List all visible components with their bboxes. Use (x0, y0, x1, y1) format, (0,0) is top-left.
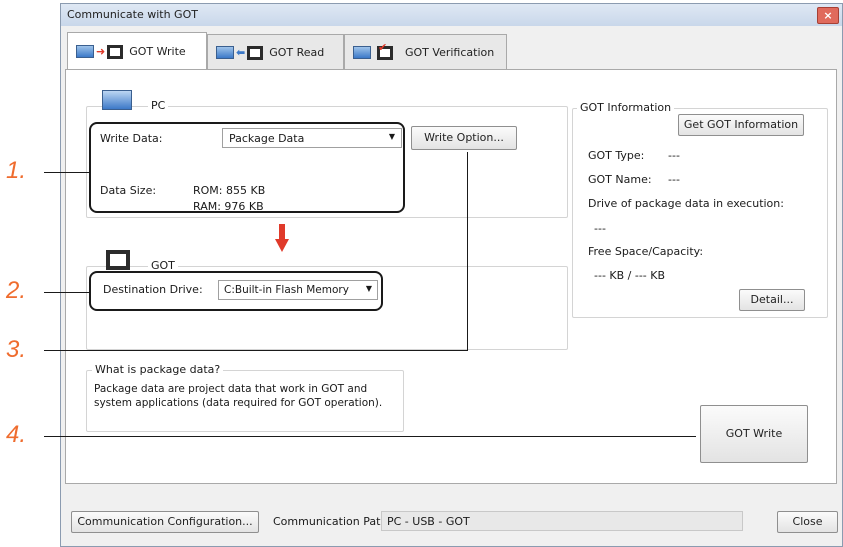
write-option-button[interactable]: Write Option... (411, 126, 517, 150)
callout-4: 4. (6, 421, 27, 448)
communication-path-value: PC - USB - GOT (381, 511, 743, 531)
down-arrow-icon (275, 224, 289, 254)
tab-got-write-label: GOT Write (129, 45, 186, 58)
got-to-pc-icon: ⬅ (216, 45, 264, 60)
window-close-button[interactable]: × (817, 7, 839, 24)
got-name-label: GOT Name: (588, 173, 652, 186)
leader-line-2 (44, 292, 90, 293)
pc-to-got-icon: ➜ (76, 44, 124, 59)
got-write-button[interactable]: GOT Write (700, 405, 808, 463)
callout-2: 2. (6, 277, 27, 304)
got-device-icon (106, 250, 130, 270)
communication-configuration-button[interactable]: Communication Configuration... (71, 511, 259, 533)
pc-monitor-icon (102, 90, 136, 112)
callout-2-highlight (89, 271, 383, 311)
communication-path-label: Communication Path: (273, 515, 392, 528)
free-space-label: Free Space/Capacity: (588, 245, 704, 258)
got-info-legend: GOT Information (577, 101, 675, 114)
package-info-legend: What is package data? (92, 363, 224, 376)
got-type-value: --- (668, 149, 680, 162)
callout-3: 3. (6, 336, 27, 363)
leader-line-1 (44, 172, 90, 173)
get-got-information-button[interactable]: Get GOT Information (678, 114, 804, 136)
title-bar: Communicate with GOT × (61, 4, 842, 26)
got-name-value: --- (668, 173, 680, 186)
tab-got-write[interactable]: ➜ GOT Write (67, 32, 207, 70)
drive-in-execution-value: --- (594, 222, 606, 235)
tab-got-verification-label: GOT Verification (405, 46, 495, 59)
pc-group-legend: PC (148, 99, 169, 112)
free-space-value: --- KB / --- KB (594, 269, 666, 282)
callout-1-highlight (89, 122, 405, 213)
detail-button[interactable]: Detail... (739, 289, 805, 311)
close-button[interactable]: Close (777, 511, 838, 533)
got-type-label: GOT Type: (588, 149, 645, 162)
tab-got-read[interactable]: ⬅ GOT Read (207, 34, 344, 70)
leader-line-3 (44, 350, 468, 351)
callout-1: 1. (6, 157, 27, 184)
leader-line-4 (44, 436, 696, 437)
package-info-line2: system applications (data required for G… (94, 397, 383, 409)
tab-got-verification[interactable]: ✔ GOT Verification (344, 34, 507, 70)
tab-got-read-label: GOT Read (269, 46, 325, 59)
leader-line-3-vertical (467, 152, 468, 351)
got-info-group (572, 108, 828, 318)
package-info-line1: Package data are project data that work … (94, 383, 368, 395)
verify-icon: ✔ (353, 41, 393, 60)
drive-in-execution-label: Drive of package data in execution: (588, 197, 784, 210)
window-title: Communicate with GOT (67, 8, 198, 21)
